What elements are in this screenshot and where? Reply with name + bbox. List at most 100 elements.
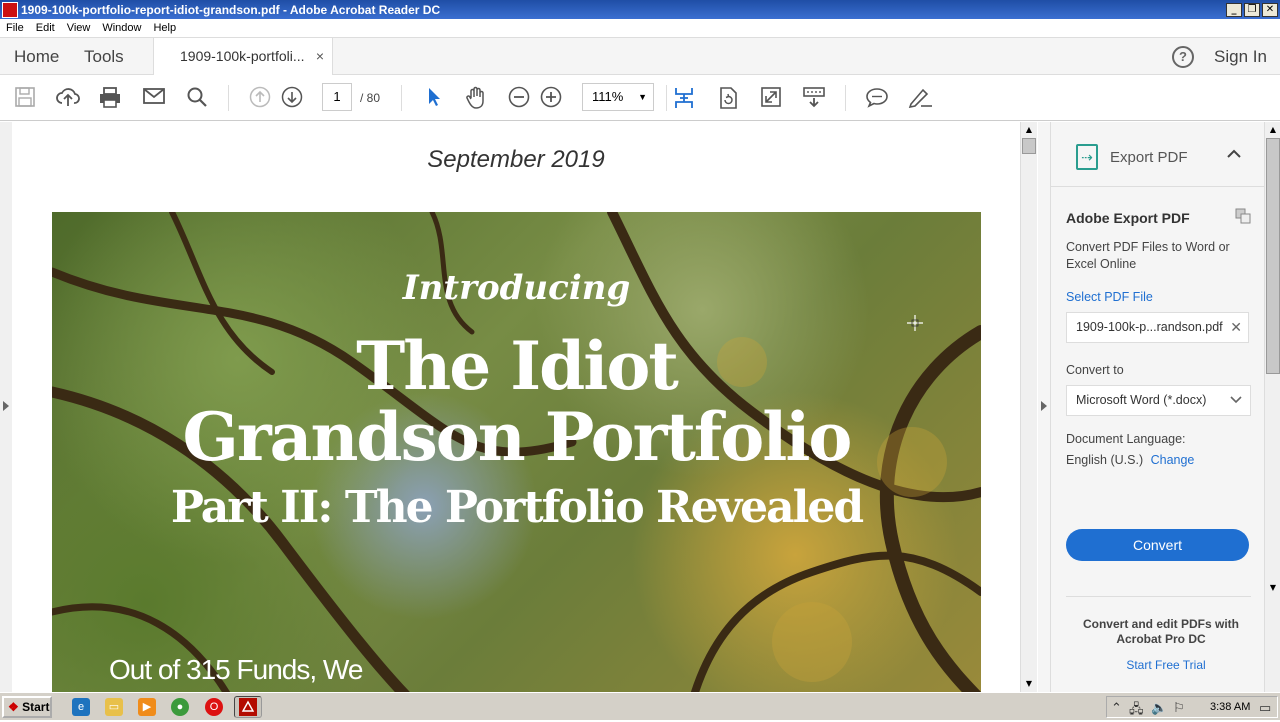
toolbar-divider <box>228 85 229 111</box>
right-pane-toggle[interactable] <box>1038 122 1050 692</box>
menu-file[interactable]: File <box>0 22 30 34</box>
upload-icon[interactable] <box>56 86 80 110</box>
toolbar-divider <box>666 85 667 111</box>
export-pdf-panel: ⇢ Export PDF Adobe Export PDF Convert PD… <box>1050 122 1265 692</box>
convert-to-label: Convert to <box>1066 363 1124 377</box>
acrobat-app-icon <box>2 1 18 18</box>
menu-edit[interactable]: Edit <box>30 22 61 34</box>
start-label: Start <box>22 700 50 714</box>
flag-icon[interactable]: ⚐ <box>1173 700 1185 716</box>
network-icon[interactable]: 🖧 <box>1129 700 1144 722</box>
help-icon[interactable]: ? <box>1172 46 1194 68</box>
fit-page-icon[interactable] <box>672 86 696 110</box>
close-tab-icon[interactable]: × <box>316 38 324 75</box>
copy-icon[interactable] <box>1235 208 1251 224</box>
select-tool-icon[interactable] <box>421 86 445 110</box>
left-pane-toggle[interactable] <box>0 122 12 692</box>
panel-divider <box>1066 596 1251 597</box>
rotate-icon[interactable] <box>716 86 740 110</box>
expand-left-icon <box>3 401 9 411</box>
scrollbar-thumb[interactable] <box>1266 138 1280 374</box>
tab-document-label: 1909-100k-portfoli... <box>180 48 305 64</box>
sign-icon[interactable] <box>907 86 932 110</box>
convert-format-select[interactable]: Microsoft Word (*.docx) <box>1066 385 1251 416</box>
select-pdf-link[interactable]: Select PDF File <box>1066 290 1153 304</box>
cover-subtitle: Out of 315 Funds, We <box>109 654 363 685</box>
panel-scrollbar[interactable]: ▲ ▼ <box>1264 122 1280 692</box>
page-count: / 80 <box>360 91 381 105</box>
start-button[interactable]: ❖ Start <box>2 696 52 718</box>
fullscreen-icon[interactable] <box>759 86 783 110</box>
email-icon[interactable] <box>142 86 166 110</box>
export-pdf-icon: ⇢ <box>1076 144 1098 170</box>
search-icon[interactable] <box>185 86 209 110</box>
scrollbar-thumb[interactable] <box>1022 138 1036 154</box>
panel-divider <box>1051 186 1265 187</box>
export-pdf-header[interactable]: Export PDF <box>1110 149 1188 166</box>
promo-text: Convert and edit PDFs with Acrobat Pro D… <box>1082 617 1239 646</box>
scroll-up-arrow-icon[interactable]: ▲ <box>1022 123 1036 137</box>
tab-bar: Home Tools 1909-100k-portfoli... × ? Sig… <box>0 38 1280 75</box>
show-desktop-icon[interactable]: ▭ <box>1259 700 1271 716</box>
sign-in-button[interactable]: Sign In <box>1214 38 1267 75</box>
opera-icon[interactable]: O <box>205 698 223 716</box>
prev-page-icon[interactable] <box>248 86 272 110</box>
zoom-in-icon[interactable] <box>539 86 563 110</box>
cover-title-line3: Part II: The Portfolio Revealed <box>170 482 864 533</box>
toolbar-divider <box>845 85 846 111</box>
toolbar-divider <box>401 85 402 111</box>
scroll-down-arrow-icon[interactable]: ▼ <box>1022 677 1036 691</box>
restore-button[interactable]: ❐ <box>1244 2 1260 17</box>
change-language-link[interactable]: Change <box>1151 453 1195 467</box>
scroll-down-arrow-icon[interactable]: ▼ <box>1266 581 1280 595</box>
language-row: English (U.S.) Change <box>1066 453 1194 467</box>
scroll-mode-icon[interactable] <box>802 86 826 110</box>
chevron-down-icon <box>1230 386 1242 415</box>
menu-help[interactable]: Help <box>147 22 182 34</box>
comment-icon[interactable] <box>865 86 889 110</box>
chevron-up-icon[interactable] <box>1227 146 1241 164</box>
convert-button[interactable]: Convert <box>1066 529 1249 561</box>
tab-tools[interactable]: Tools <box>84 38 124 75</box>
language-value: English (U.S.) <box>1066 453 1144 467</box>
close-window-button[interactable]: ✕ <box>1262 2 1278 17</box>
start-trial-link[interactable]: Start Free Trial <box>1076 658 1256 672</box>
cover-title-line2: Grandson Portfolio <box>182 398 853 476</box>
page-number-input[interactable]: 1 <box>322 83 352 111</box>
selected-file-field[interactable]: 1909-100k-p...randson.pdf ✕ <box>1066 312 1249 343</box>
minimize-button[interactable]: _ <box>1226 2 1242 17</box>
volume-icon[interactable]: 🔈 <box>1151 700 1167 716</box>
menu-view[interactable]: View <box>61 22 97 34</box>
chrome-icon[interactable]: ● <box>171 698 189 716</box>
windows-logo-icon: ❖ <box>8 700 19 714</box>
zoom-out-icon[interactable] <box>507 86 531 110</box>
clock: 3:38 AM <box>1210 701 1251 713</box>
export-description: Convert PDF Files to Word or Excel Onlin… <box>1066 240 1230 271</box>
clear-file-icon[interactable]: ✕ <box>1230 313 1242 342</box>
menu-window[interactable]: Window <box>96 22 147 34</box>
folder-icon[interactable]: ▭ <box>105 698 123 716</box>
internet-explorer-icon[interactable]: e <box>72 698 90 716</box>
document-scrollbar[interactable]: ▲ ▼ <box>1020 122 1037 692</box>
hand-tool-icon[interactable] <box>464 86 488 110</box>
tab-home[interactable]: Home <box>14 38 59 75</box>
document-viewer[interactable]: September 2019 Introducing The Idiot Gra… <box>12 122 1020 692</box>
media-player-icon[interactable]: ▶ <box>138 698 156 716</box>
cover-image: Introducing The Idiot Grandson Portfolio… <box>52 212 981 692</box>
window-title: 1909-100k-portfolio-report-idiot-grandso… <box>21 2 441 17</box>
zoom-value: 111% <box>592 89 624 104</box>
zoom-select[interactable]: 111% ▼ <box>582 83 654 111</box>
save-icon[interactable] <box>13 86 37 110</box>
collapse-right-icon <box>1041 401 1047 411</box>
cover-title-line1: The Idiot <box>356 327 679 405</box>
window-titlebar: 1909-100k-portfolio-report-idiot-grandso… <box>0 0 1280 19</box>
language-label: Document Language: <box>1066 432 1186 446</box>
print-icon[interactable] <box>98 86 122 110</box>
selected-file-name: 1909-100k-p...randson.pdf <box>1076 320 1223 334</box>
scroll-up-arrow-icon[interactable]: ▲ <box>1266 123 1280 137</box>
tab-document[interactable]: 1909-100k-portfoli... × <box>153 38 333 75</box>
acrobat-taskbar-button[interactable] <box>234 696 262 718</box>
export-heading: Adobe Export PDF <box>1066 210 1190 226</box>
tray-expand-icon[interactable]: ⌃ <box>1111 700 1122 716</box>
next-page-icon[interactable] <box>280 86 304 110</box>
